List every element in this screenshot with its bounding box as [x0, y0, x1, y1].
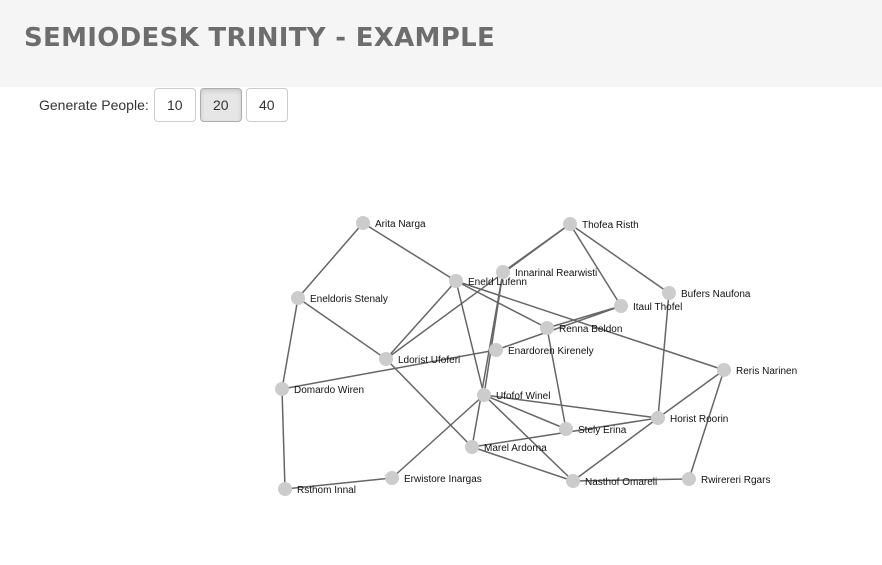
- person-node-label: Innarinal Rearwisti: [515, 268, 597, 279]
- person-node-arita-narga[interactable]: Arita Narga: [356, 216, 426, 230]
- person-node-circle[interactable]: [489, 343, 503, 357]
- graph-nodes: Arita Narga Thofea Risth Innarinal Rearwis…: [275, 216, 797, 496]
- person-node-thofea-risth[interactable]: Thofea Risth: [563, 217, 639, 231]
- person-node-circle[interactable]: [662, 286, 676, 300]
- person-node-label: Thofea Risth: [582, 220, 639, 231]
- graph-link: [281, 297, 299, 390]
- person-node-stely-erina[interactable]: Stely Erina: [559, 422, 627, 436]
- person-node-bufers-naufona[interactable]: Bufers Naufona: [662, 286, 751, 300]
- person-node-marel-ardorna[interactable]: Marel Ardorna: [465, 440, 547, 454]
- person-node-circle[interactable]: [540, 321, 554, 335]
- graph-link: [502, 223, 571, 273]
- graph-link: [281, 388, 286, 490]
- graph-link: [385, 280, 457, 360]
- person-node-label: Itaul Thofel: [633, 302, 682, 313]
- person-node-label: Reris Narinen: [736, 366, 797, 377]
- person-node-label: Renna Beldon: [559, 324, 622, 335]
- person-node-circle[interactable]: [559, 422, 573, 436]
- person-node-label: Enardoren Kirenely: [508, 346, 594, 357]
- graph-link: [471, 271, 504, 448]
- person-node-circle[interactable]: [278, 482, 292, 496]
- people-graph[interactable]: Arita Narga Thofea Risth Innarinal Rearwis…: [0, 0, 882, 565]
- person-node-label: Marel Ardorna: [484, 443, 547, 454]
- person-node-label: Arita Narga: [375, 219, 426, 230]
- person-node-circle[interactable]: [356, 216, 370, 230]
- graph-link: [391, 394, 485, 479]
- person-node-label: Eneld Lufenn: [468, 277, 527, 288]
- person-node-circle[interactable]: [291, 291, 305, 305]
- person-node-circle[interactable]: [614, 299, 628, 313]
- person-node-circle[interactable]: [449, 274, 463, 288]
- person-node-label: Erwistore Inargas: [404, 474, 482, 485]
- graph-link: [569, 223, 622, 307]
- person-node-erwistore-inargas[interactable]: Erwistore Inargas: [385, 471, 482, 485]
- person-node-circle[interactable]: [566, 474, 580, 488]
- person-node-ufofof-winel[interactable]: Ufofof Winel: [477, 388, 550, 402]
- person-node-circle[interactable]: [379, 352, 393, 366]
- person-node-label: Horist Roorin: [670, 414, 728, 425]
- person-node-label: Bufers Naufona: [681, 289, 751, 300]
- person-node-label: Domardo Wiren: [294, 385, 364, 396]
- person-node-enardoren-kirenely[interactable]: Enardoren Kirenely: [489, 343, 594, 357]
- person-node-circle[interactable]: [465, 440, 479, 454]
- graph-link: [297, 222, 364, 299]
- person-node-circle[interactable]: [385, 471, 399, 485]
- person-node-circle[interactable]: [477, 388, 491, 402]
- person-node-label: Stely Erina: [578, 425, 627, 436]
- graph-link: [657, 369, 725, 419]
- graph-link: [569, 223, 670, 294]
- person-node-label: Ldorist Ufoferi: [398, 355, 460, 366]
- graph-link: [385, 358, 473, 448]
- person-node-label: Ufofof Winel: [496, 391, 550, 402]
- person-node-rwirereri-rgars[interactable]: Rwirereri Rgars: [682, 472, 770, 486]
- person-node-circle[interactable]: [563, 217, 577, 231]
- person-node-label: Eneldoris Stenaly: [310, 294, 388, 305]
- person-node-eneld-lufenn[interactable]: Eneld Lufenn: [449, 274, 527, 288]
- person-node-label: Rsthom Innal: [297, 485, 356, 496]
- graph-link: [546, 327, 567, 430]
- person-node-label: Rwirereri Rgars: [701, 475, 770, 486]
- graph-link: [362, 222, 457, 282]
- person-node-itaul-thofel[interactable]: Itaul Thofel: [614, 299, 682, 313]
- graph-link: [297, 297, 387, 360]
- person-node-horist-roorin[interactable]: Horist Roorin: [651, 411, 728, 425]
- graph-link: [455, 280, 548, 329]
- person-node-circle[interactable]: [717, 363, 731, 377]
- person-node-circle[interactable]: [651, 411, 665, 425]
- person-node-reris-narinen[interactable]: Reris Narinen: [717, 363, 797, 377]
- person-node-label: Nasthof Omareli: [585, 477, 657, 488]
- person-node-circle[interactable]: [275, 382, 289, 396]
- person-node-renna-beldon[interactable]: Renna Beldon: [540, 321, 622, 335]
- person-node-circle[interactable]: [682, 472, 696, 486]
- person-node-rsthom-innal[interactable]: Rsthom Innal: [278, 482, 356, 496]
- person-node-domardo-wiren[interactable]: Domardo Wiren: [275, 382, 364, 396]
